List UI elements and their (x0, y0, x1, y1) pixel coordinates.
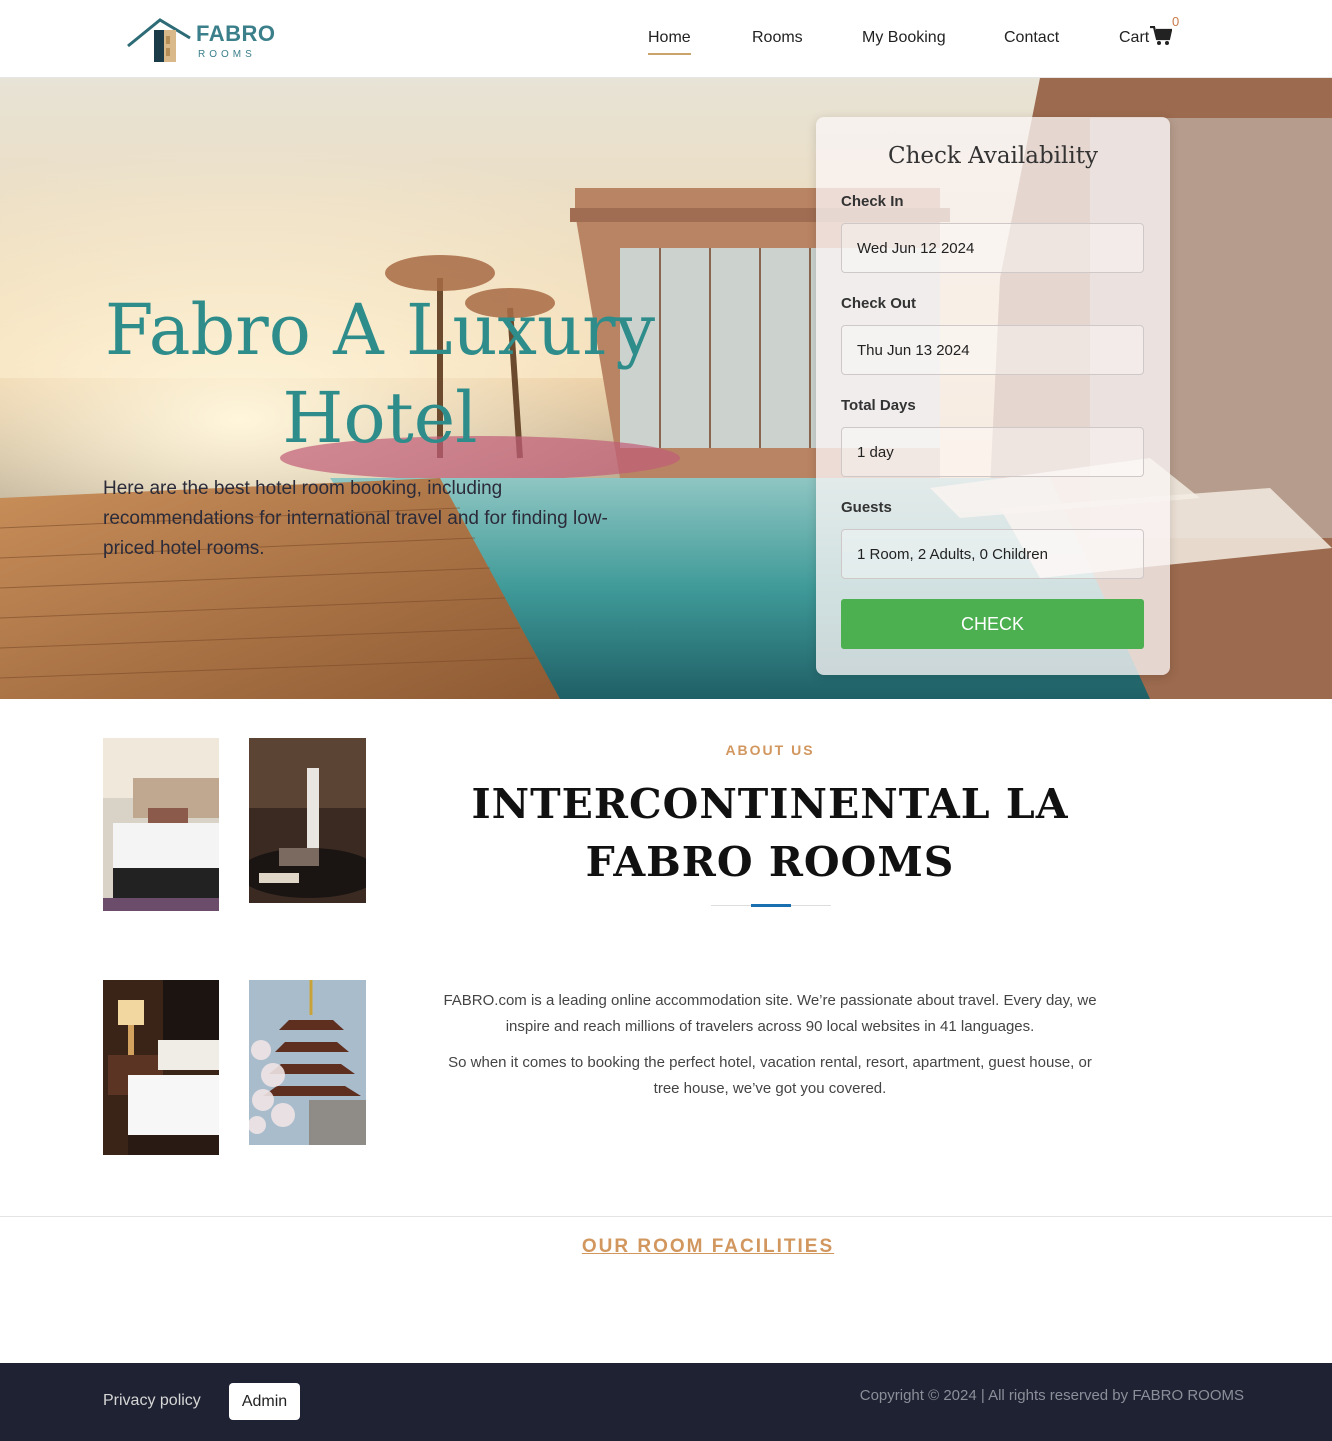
house-logo-icon (127, 18, 191, 62)
photo-bedroom-1 (103, 738, 219, 911)
availability-panel: Check Availability Check In Wed Jun 12 2… (816, 117, 1170, 675)
admin-button[interactable]: Admin (229, 1383, 300, 1420)
hero-section: Fabro A Luxury Hotel Here are the best h… (0, 78, 1332, 699)
hero-title: Fabro A Luxury Hotel (104, 289, 656, 459)
cart-count-badge: 0 (1172, 14, 1180, 29)
about-paragraph-1: FABRO.com is a leading online accommodat… (443, 992, 1097, 1035)
about-title: INTERCONTINENTAL LA FABRO ROOMS (471, 780, 1069, 886)
nav-my-booking[interactable]: My Booking (862, 29, 946, 47)
hero-description: Here are the best hotel room booking, in… (103, 478, 608, 559)
photo-lounge-table (249, 738, 366, 903)
check-button[interactable]: CHECK (841, 599, 1144, 649)
nav-cart[interactable]: Cart (1119, 29, 1149, 47)
top-navigation: FABRO ROOMS Home Rooms My Booking Contac… (0, 0, 1332, 78)
section-divider-accent (751, 904, 791, 907)
copyright-text: Copyright © 2024 | All rights reserved b… (859, 1387, 1244, 1404)
brand-name: FABRO (196, 21, 276, 46)
total-days-field[interactable]: 1 day (841, 427, 1144, 477)
about-paragraph-2: So when it comes to booking the perfect … (448, 1054, 1092, 1097)
total-days-label: Total Days (841, 397, 916, 414)
check-in-label: Check In (841, 193, 904, 210)
about-kicker: ABOUT US (725, 742, 815, 758)
nav-contact[interactable]: Contact (1004, 29, 1059, 47)
photo-bedroom-2 (103, 980, 219, 1155)
section-separator (0, 1216, 1332, 1217)
footer: Privacy policy Admin Copyright © 2024 | … (0, 1363, 1332, 1441)
photo-pagoda (249, 980, 366, 1145)
shopping-cart-icon[interactable] (1150, 26, 1172, 46)
availability-title: Check Availability (888, 143, 1098, 169)
brand-logo[interactable]: FABRO ROOMS (126, 16, 276, 64)
nav-home[interactable]: Home (648, 29, 691, 55)
guests-label: Guests (841, 499, 892, 516)
check-out-label: Check Out (841, 295, 917, 312)
privacy-policy-link[interactable]: Privacy policy (103, 1392, 201, 1410)
check-in-field[interactable]: Wed Jun 12 2024 (841, 223, 1144, 273)
brand-subtitle: ROOMS (198, 49, 256, 60)
room-facilities-heading[interactable]: OUR ROOM FACILITIES (0, 1236, 1332, 1258)
nav-rooms[interactable]: Rooms (752, 29, 803, 47)
check-out-field[interactable]: Thu Jun 13 2024 (841, 325, 1144, 375)
guests-field[interactable]: 1 Room, 2 Adults, 0 Children (841, 529, 1144, 579)
